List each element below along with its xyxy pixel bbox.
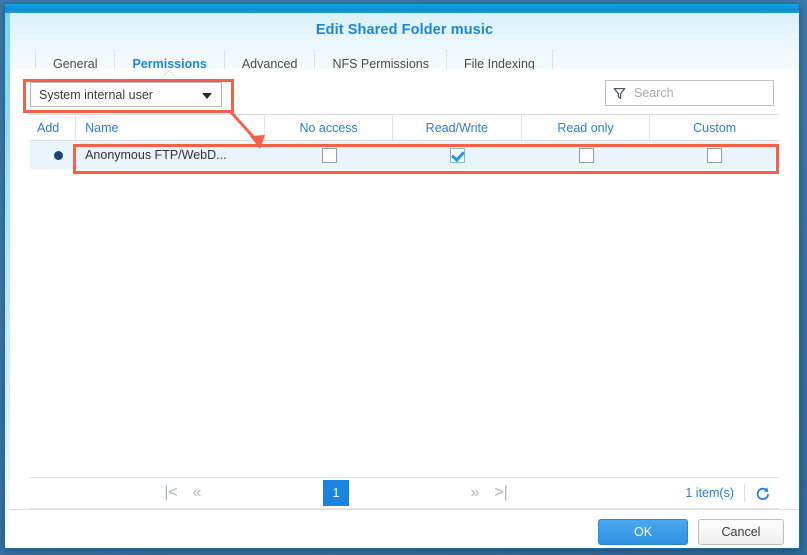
- row-no-access-cell[interactable]: [265, 141, 393, 169]
- chevron-down-icon: [202, 93, 212, 99]
- ok-button[interactable]: OK: [598, 519, 688, 545]
- column-header-read-only[interactable]: Read only: [522, 115, 651, 140]
- checkbox-read-only[interactable]: [579, 148, 594, 163]
- table-row[interactable]: Anonymous FTP/WebD...: [30, 141, 779, 169]
- refresh-icon: [755, 486, 770, 501]
- pagination-bar: |< « 1 » >| 1 item(s): [30, 477, 779, 509]
- first-page-button[interactable]: |<: [158, 480, 184, 506]
- column-header-read-write[interactable]: Read/Write: [393, 115, 522, 140]
- item-count-label: 1 item(s): [685, 486, 744, 500]
- dialog-titlebar: [5, 4, 799, 13]
- column-header-add[interactable]: Add: [30, 115, 76, 140]
- row-add-cell[interactable]: [30, 141, 76, 169]
- column-header-custom[interactable]: Custom: [650, 115, 779, 140]
- edit-shared-folder-dialog: Edit Shared Folder music General Permiss…: [4, 3, 800, 549]
- refresh-button[interactable]: [745, 486, 779, 501]
- active-tab-caret-icon: [162, 71, 176, 78]
- prev-page-button[interactable]: «: [184, 480, 210, 506]
- checkbox-no-access[interactable]: [322, 148, 337, 163]
- filter-funnel-icon: [613, 87, 626, 100]
- dialog-header: Edit Shared Folder music General Permiss…: [10, 13, 799, 69]
- dialog-action-bar: OK Cancel: [10, 509, 799, 549]
- dialog-title: Edit Shared Folder music: [10, 22, 799, 38]
- user-type-select[interactable]: System internal user: [30, 82, 222, 107]
- row-name-cell: Anonymous FTP/WebD...: [76, 141, 265, 169]
- permissions-table: Add Name No access Read/Write Read only …: [30, 114, 779, 169]
- column-header-no-access[interactable]: No access: [265, 115, 393, 140]
- row-read-write-cell[interactable]: [393, 141, 522, 169]
- checkbox-read-write[interactable]: [450, 148, 465, 163]
- row-custom-cell[interactable]: [650, 141, 779, 169]
- column-header-name[interactable]: Name: [76, 115, 265, 140]
- row-read-only-cell[interactable]: [522, 141, 651, 169]
- search-box[interactable]: [605, 80, 774, 106]
- search-input[interactable]: [632, 85, 768, 101]
- row-selected-indicator-icon[interactable]: [54, 151, 63, 160]
- cancel-button[interactable]: Cancel: [698, 519, 784, 545]
- user-type-select-value: System internal user: [39, 88, 153, 102]
- dialog-body: System internal user Add Name No access …: [10, 69, 799, 509]
- next-page-button[interactable]: »: [462, 480, 488, 506]
- checkbox-custom[interactable]: [707, 148, 722, 163]
- last-page-button[interactable]: >|: [488, 480, 514, 506]
- page-number-1[interactable]: 1: [323, 480, 349, 506]
- table-header-row: Add Name No access Read/Write Read only …: [30, 114, 779, 141]
